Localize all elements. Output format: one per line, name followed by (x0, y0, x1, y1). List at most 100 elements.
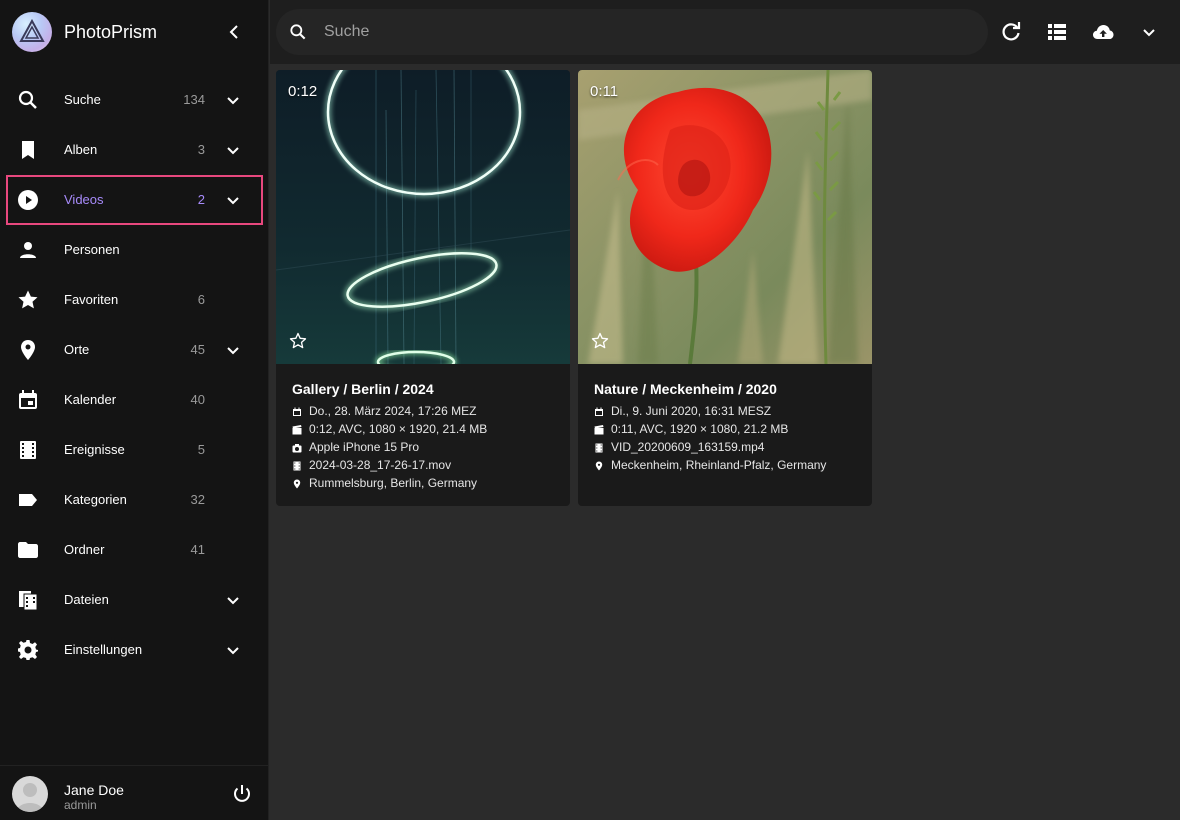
sidebar-item-label: Alben (64, 142, 98, 157)
card-title: Gallery / Berlin / 2024 (292, 381, 434, 397)
meta-text: Rummelsburg, Berlin, Germany (309, 476, 478, 490)
user-name: Jane Doe (64, 782, 124, 798)
camera-icon (292, 444, 302, 453)
meta-text: Apple iPhone 15 Pro (309, 440, 420, 454)
calendar-icon (19, 390, 37, 409)
folder-icon (18, 542, 38, 558)
sidebar-nav: Suche 134 Alben 3 Videos 2 Personen Favo… (0, 75, 269, 675)
search-icon (18, 90, 37, 109)
sidebar-item-label: Favoriten (64, 292, 119, 307)
sidebar-item-label: Personen (64, 242, 120, 257)
more-options-button[interactable] (1137, 20, 1161, 44)
upload-button[interactable] (1091, 20, 1115, 44)
chevron-left-icon (229, 25, 238, 39)
chevron-down-icon[interactable] (221, 588, 245, 612)
collapse-sidebar-button[interactable] (222, 20, 246, 44)
user-role: admin (64, 798, 97, 812)
sidebar-item-ordner[interactable]: Ordner 41 (0, 525, 269, 575)
card-title: Nature / Meckenheim / 2020 (594, 381, 777, 397)
light-installation-image (276, 70, 570, 364)
video-duration: 0:12 (288, 83, 318, 100)
user-panel[interactable]: Jane Doe admin (0, 765, 269, 820)
list-view-button[interactable] (1045, 20, 1069, 44)
chevron-down-icon (1143, 29, 1155, 37)
cloud-upload-icon (1093, 25, 1114, 39)
poppy-flower-image (578, 70, 872, 364)
sidebar-item-label: Einstellungen (64, 642, 143, 657)
sidebar-item-orte[interactable]: Orte 45 (0, 325, 269, 375)
play-circle-icon (18, 190, 38, 210)
sidebar-item-label: Dateien (64, 592, 109, 607)
chevron-down-icon[interactable] (221, 638, 245, 662)
gear-icon (18, 640, 38, 660)
meta-text: Meckenheim, Rheinland-Pfalz, Germany (611, 458, 827, 472)
sidebar-item-alben[interactable]: Alben 3 (0, 125, 269, 175)
search-icon (290, 24, 306, 40)
film-icon (20, 441, 36, 459)
meta-text: 0:12, AVC, 1080 × 1920, 21.4 MB (309, 422, 488, 436)
meta-text: Di., 9. Juni 2020, 16:31 MESZ (611, 404, 772, 418)
clapperboard-icon (594, 425, 604, 435)
sidebar: PhotoPrism Suche 134 Alben 3 Videos 2 Pe… (0, 0, 269, 820)
video-card[interactable]: 0:11 Nature / Meckenheim / 2020 Di., 9. … (578, 70, 872, 506)
top-toolbar (270, 0, 1180, 64)
calendar-icon (595, 407, 603, 416)
sidebar-item-favoriten[interactable]: Favoriten 6 (0, 275, 269, 325)
person-icon (17, 783, 43, 812)
chevron-down-icon[interactable] (221, 188, 245, 212)
photoprism-logo[interactable] (12, 12, 52, 52)
film-icon (595, 443, 603, 453)
calendar-icon (293, 407, 301, 416)
reload-button[interactable] (999, 20, 1023, 44)
sidebar-item-suche[interactable]: Suche 134 (0, 75, 269, 125)
map-pin-icon (595, 461, 603, 471)
sidebar-item-count: 3 (197, 142, 205, 157)
meta-text: VID_20200609_163159.mp4 (611, 440, 765, 454)
sidebar-item-personen[interactable]: Personen (0, 225, 269, 275)
sidebar-item-count: 134 (183, 92, 205, 107)
avatar[interactable] (12, 776, 48, 812)
sidebar-item-label: Kategorien (64, 492, 127, 507)
clapperboard-icon (292, 425, 302, 435)
view-list-icon (1048, 24, 1066, 40)
sidebar-item-count: 5 (197, 442, 205, 457)
sidebar-item-count: 2 (197, 192, 205, 207)
sidebar-item-count: 40 (190, 392, 205, 407)
video-thumbnail[interactable]: 0:12 (276, 70, 570, 364)
sidebar-item-ereignisse[interactable]: Ereignisse 5 (0, 425, 269, 475)
sidebar-item-label: Orte (64, 342, 90, 357)
map-pin-icon (21, 340, 35, 360)
video-duration: 0:11 (590, 83, 619, 100)
refresh-icon (1002, 22, 1021, 41)
search-input[interactable] (324, 17, 964, 47)
label-icon (19, 494, 37, 506)
star-outline-icon[interactable] (590, 331, 610, 351)
sidebar-item-label: Ordner (64, 542, 105, 557)
chevron-down-icon[interactable] (221, 88, 245, 112)
chevron-down-icon[interactable] (221, 138, 245, 162)
search-bar[interactable] (276, 9, 988, 55)
video-card[interactable]: 0:12 Gallery / Berlin / 2024 Do., 28. Mä… (276, 70, 570, 506)
person-icon (20, 242, 36, 258)
sidebar-item-count: 6 (197, 292, 205, 307)
app-name: PhotoPrism (64, 22, 158, 42)
bookmark-icon (22, 141, 34, 159)
sidebar-item-einstellungen[interactable]: Einstellungen (0, 625, 269, 675)
star-icon (18, 290, 38, 309)
meta-text: 0:11, AVC, 1920 × 1080, 21.2 MB (611, 422, 789, 436)
sidebar-item-dateien[interactable]: Dateien (0, 575, 269, 625)
brand: PhotoPrism (0, 0, 269, 64)
sidebar-item-label: Suche (64, 92, 101, 107)
sidebar-item-label: Videos (64, 192, 104, 207)
sidebar-item-videos[interactable]: Videos 2 (6, 175, 263, 225)
video-thumbnail[interactable]: 0:11 (578, 70, 872, 364)
sidebar-item-count: 32 (190, 492, 205, 507)
sidebar-item-kalender[interactable]: Kalender 40 (0, 375, 269, 425)
sidebar-item-label: Kalender (64, 392, 117, 407)
logout-button[interactable] (230, 782, 254, 806)
chevron-down-icon[interactable] (221, 338, 245, 362)
files-icon (19, 591, 38, 611)
sidebar-item-count: 45 (190, 342, 205, 357)
star-outline-icon[interactable] (288, 331, 308, 351)
sidebar-item-kategorien[interactable]: Kategorien 32 (0, 475, 269, 525)
